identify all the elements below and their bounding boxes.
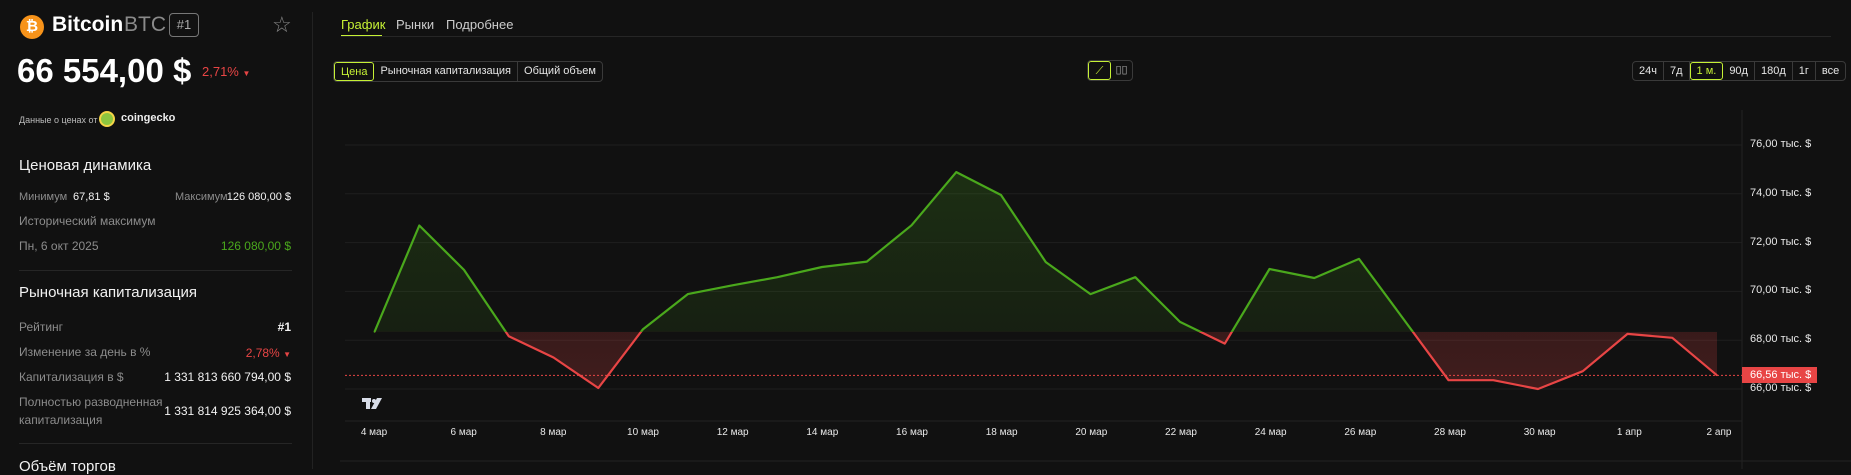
data-point	[731, 284, 734, 287]
data-point	[1268, 268, 1271, 270]
tradingview-logo-icon	[362, 398, 382, 409]
x-tick-label: 30 мар	[1523, 427, 1556, 438]
data-point	[1626, 333, 1629, 335]
data-point	[1716, 374, 1718, 377]
y-tick-label: 72,00 тыс. $	[1750, 235, 1812, 248]
data-point	[552, 356, 555, 359]
data-point	[418, 224, 421, 227]
data-point	[597, 387, 600, 389]
data-point	[1492, 379, 1495, 382]
x-tick-label: 26 мар	[1344, 427, 1377, 438]
x-tick-label: 8 мар	[540, 427, 567, 438]
y-tick-label: 68,00 тыс. $	[1750, 333, 1812, 346]
y-tick-label: 74,00 тыс. $	[1750, 186, 1812, 199]
data-point	[1358, 258, 1360, 260]
x-tick-label: 28 мар	[1434, 427, 1466, 438]
price-chart[interactable]	[0, 0, 1851, 469]
x-tick-label: 10 мар	[627, 427, 659, 438]
data-point	[1089, 293, 1092, 295]
data-point	[1402, 318, 1405, 321]
data-point	[865, 260, 868, 263]
data-point	[463, 269, 465, 271]
data-point	[1134, 276, 1137, 279]
x-tick-label: 18 мар	[985, 427, 1018, 438]
data-point	[1313, 277, 1316, 279]
x-tick-label: 14 мар	[806, 427, 839, 438]
x-tick-label: 1 апр	[1616, 427, 1642, 438]
y-tick-label: 76,00 тыс. $	[1750, 138, 1812, 150]
x-tick-label: 22 мар	[1165, 427, 1197, 438]
x-tick-label: 12 мар	[716, 427, 749, 438]
data-point	[1447, 379, 1450, 382]
y-tick-label: 70,00 тыс. $	[1750, 284, 1812, 297]
x-tick-label: 16 мар	[896, 427, 928, 438]
x-tick-label: 24 мар	[1254, 427, 1287, 438]
data-point	[1537, 388, 1539, 390]
data-point	[1671, 336, 1674, 339]
data-point	[1044, 261, 1047, 263]
data-point	[507, 335, 510, 338]
y-tick-label: 66,00 тыс. $	[1750, 382, 1812, 394]
x-tick-label: 2 апр	[1706, 427, 1732, 438]
data-point	[373, 331, 376, 333]
data-point	[686, 293, 689, 295]
data-point	[642, 328, 644, 331]
data-point	[1000, 194, 1002, 196]
data-point	[1223, 342, 1226, 345]
data-point	[910, 224, 913, 227]
data-point	[1581, 370, 1584, 372]
data-point	[1179, 321, 1181, 323]
current-price-label: 66,56 тыс. $	[1742, 367, 1818, 384]
x-tick-label: 20 мар	[1075, 427, 1108, 438]
data-point	[776, 276, 779, 279]
data-point	[821, 266, 823, 268]
data-point	[955, 171, 958, 173]
x-tick-label: 4 мар	[360, 427, 388, 438]
x-tick-label: 6 мар	[450, 427, 477, 438]
